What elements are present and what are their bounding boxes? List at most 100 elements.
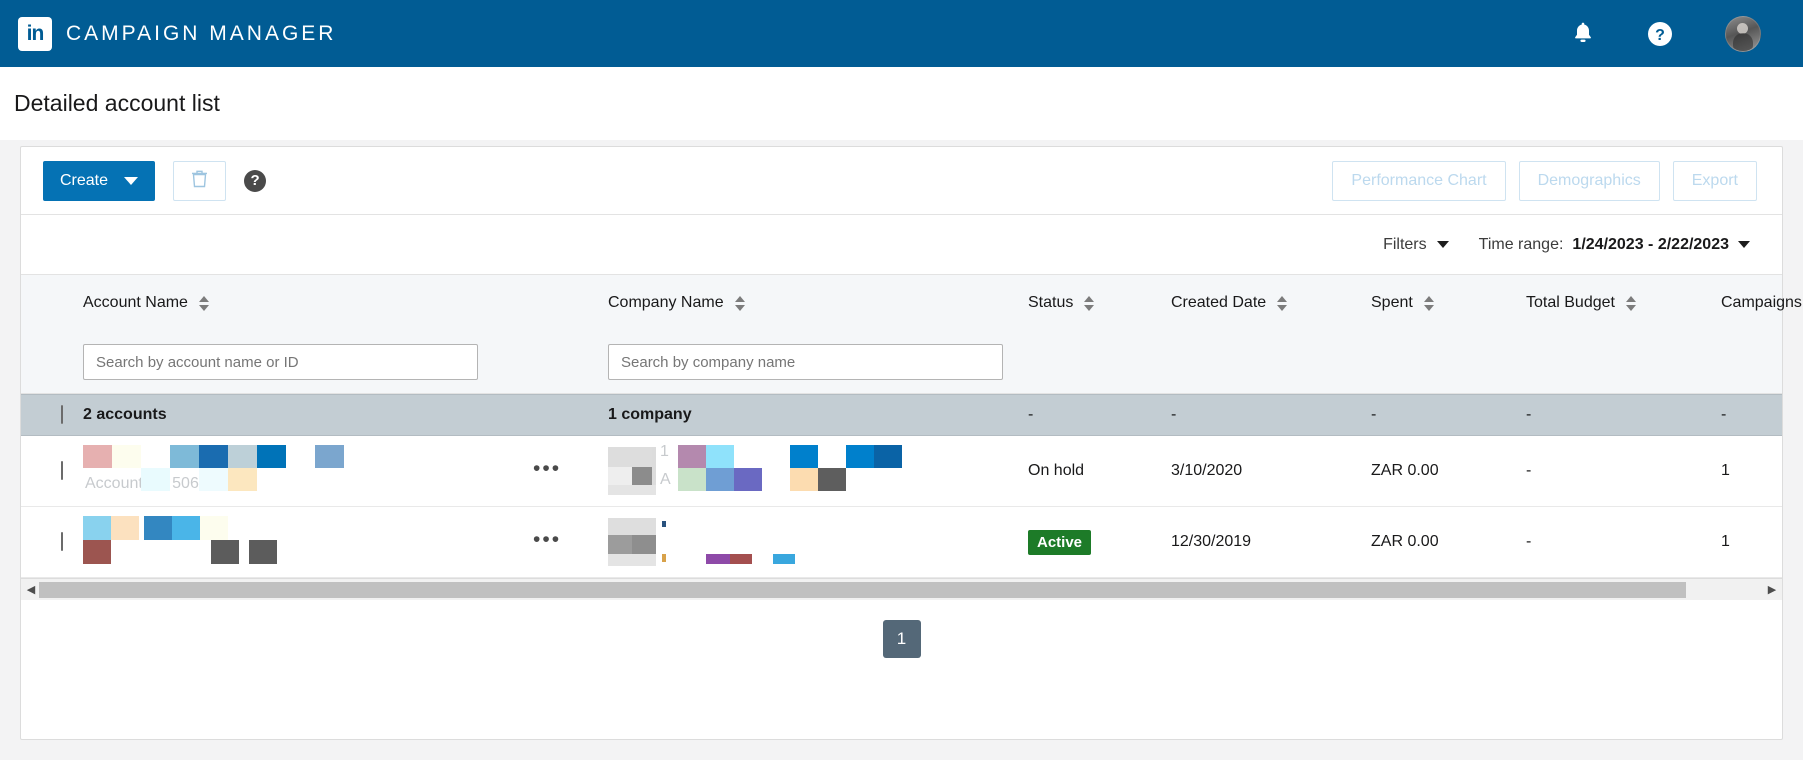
time-range-value: 1/24/2023 - 2/22/2023	[1572, 235, 1729, 253]
create-button[interactable]: Create	[43, 160, 156, 201]
cell-created-date: 3/10/2020	[1171, 462, 1243, 479]
filter-bar: Filters Time range: 1/24/2023 - 2/22/202…	[21, 215, 1782, 275]
table-row[interactable]: Account ID: 5062897 •••	[21, 436, 1782, 507]
scrollbar-track[interactable]	[39, 581, 1764, 598]
top-nav-actions: ?	[1571, 15, 1761, 52]
account-list-card: Create ? Performance Chart Demographics …	[20, 146, 1802, 740]
status-badge: Active	[1028, 529, 1092, 555]
sort-toggle-status[interactable]	[1084, 295, 1095, 311]
column-header-total-budget[interactable]: Total Budget	[1526, 275, 1721, 331]
summary-accounts: 2 accounts	[83, 406, 167, 423]
cell-campaigns: 1	[1721, 533, 1730, 550]
table-header-group: Account Name Company Name Status Created…	[21, 275, 1802, 394]
filters-label: Filters	[1383, 235, 1427, 253]
summary-company: 1 company	[608, 406, 692, 423]
sort-toggle-company-name[interactable]	[734, 295, 745, 311]
table-search-row	[21, 331, 1782, 393]
cell-status: Active	[1028, 529, 1171, 555]
column-header-status[interactable]: Status	[1028, 275, 1171, 331]
row-overflow-menu-icon[interactable]: •••	[533, 457, 561, 480]
export-button[interactable]: Export	[1672, 160, 1757, 201]
linkedin-logo-icon: in	[18, 16, 52, 51]
cell-company-name[interactable]: 1 A	[608, 443, 1028, 497]
row-actions-cell[interactable]: •••	[533, 529, 608, 551]
cell-spent: ZAR 0.00	[1371, 533, 1439, 550]
row-checkbox[interactable]	[61, 532, 63, 551]
performance-chart-button[interactable]: Performance Chart	[1332, 160, 1506, 201]
column-header-created-date[interactable]: Created Date	[1171, 275, 1371, 331]
cell-total-budget: -	[1526, 462, 1532, 479]
company-logo-thumbnail	[608, 447, 656, 495]
sort-toggle-total-budget[interactable]	[1625, 295, 1636, 311]
create-button-label: Create	[60, 171, 109, 189]
row-checkbox[interactable]	[61, 461, 63, 480]
brand-block[interactable]: in CAMPAIGN MANAGER	[18, 16, 336, 51]
svg-text:?: ?	[1655, 27, 1665, 44]
sort-toggle-account-name[interactable]	[198, 295, 209, 311]
bell-icon[interactable]	[1571, 21, 1595, 46]
column-label: Account Name	[83, 294, 188, 311]
table-row[interactable]: ••• Active 12/30/2019 ZAR 0.00 - 1	[21, 507, 1782, 578]
chevron-down-icon	[124, 176, 139, 185]
content-canvas: Create ? Performance Chart Demographics …	[0, 140, 1803, 760]
pagination: 1	[21, 600, 1782, 678]
column-header-company-name[interactable]: Company Name	[608, 275, 1028, 331]
horizontal-scrollbar[interactable]: ◀ ▶	[21, 578, 1782, 600]
redacted-account-name: Account ID: 5062897	[83, 445, 533, 497]
cell-created-date: 12/30/2019	[1171, 533, 1252, 550]
delete-button[interactable]	[173, 160, 227, 201]
column-label: Spent	[1371, 294, 1413, 311]
search-input-company[interactable]	[608, 344, 1003, 380]
toolbar-left-group: Create ?	[43, 160, 267, 201]
scroll-right-arrow-icon[interactable]: ▶	[1764, 583, 1780, 596]
row-select-cell	[21, 461, 83, 480]
cell-total-budget: -	[1526, 533, 1532, 550]
column-label: Created Date	[1171, 294, 1267, 311]
sort-toggle-created-date[interactable]	[1277, 295, 1288, 311]
summary-campaigns: -	[1721, 406, 1727, 423]
question-mark-circle-icon[interactable]: ?	[1647, 21, 1673, 47]
row-select-cell	[21, 532, 83, 551]
cell-company-name[interactable]	[608, 516, 1028, 568]
toolbar-right-group: Performance Chart Demographics Export	[1332, 160, 1757, 201]
column-header-account-name[interactable]: Account Name	[83, 275, 533, 331]
redacted-account-name	[83, 516, 533, 568]
avatar[interactable]	[1725, 15, 1761, 52]
chevron-down-icon	[1436, 241, 1449, 248]
time-range-picker[interactable]: Time range: 1/24/2023 - 2/22/2023	[1479, 236, 1750, 254]
scroll-left-arrow-icon[interactable]: ◀	[23, 583, 39, 596]
column-header-spent[interactable]: Spent	[1371, 275, 1526, 331]
column-label: Status	[1028, 294, 1074, 311]
summary-budget: -	[1526, 406, 1532, 423]
filters-dropdown[interactable]: Filters	[1383, 236, 1449, 254]
top-navigation-bar: in CAMPAIGN MANAGER ?	[0, 0, 1803, 67]
card-toolbar: Create ? Performance Chart Demographics …	[21, 147, 1782, 215]
redacted-text-fragment-2: A	[660, 471, 671, 488]
cell-account-name[interactable]: Account ID: 5062897	[83, 445, 533, 497]
time-range-label: Time range:	[1478, 235, 1564, 253]
summary-created: -	[1171, 406, 1177, 423]
summary-status: -	[1028, 406, 1034, 423]
table-summary-row: 2 accounts 1 company - - - - -	[21, 394, 1782, 436]
select-all-cell	[21, 405, 83, 424]
table-header-row: Account Name Company Name Status Created…	[21, 275, 1802, 331]
page-button-1[interactable]: 1	[882, 620, 921, 658]
row-actions-cell[interactable]: •••	[533, 458, 608, 480]
help-icon[interactable]: ?	[244, 169, 267, 192]
chevron-down-icon	[1738, 241, 1750, 248]
row-overflow-menu-icon[interactable]: •••	[533, 528, 561, 551]
column-header-campaigns: Campaigns	[1721, 275, 1803, 331]
select-all-checkbox[interactable]	[61, 405, 63, 424]
company-logo-thumbnail	[608, 518, 656, 566]
search-input-account[interactable]	[83, 344, 478, 380]
scrollbar-thumb[interactable]	[39, 581, 1687, 598]
column-label: Company Name	[608, 294, 724, 311]
redacted-text-fragment-1: 1	[660, 443, 669, 460]
cell-spent: ZAR 0.00	[1371, 462, 1439, 479]
cell-account-name[interactable]	[83, 516, 533, 568]
redacted-company-name	[608, 516, 1028, 568]
demographics-button[interactable]: Demographics	[1518, 160, 1660, 201]
search-account-cell	[83, 344, 533, 380]
trash-icon	[191, 169, 208, 193]
sort-toggle-spent[interactable]	[1423, 295, 1434, 311]
